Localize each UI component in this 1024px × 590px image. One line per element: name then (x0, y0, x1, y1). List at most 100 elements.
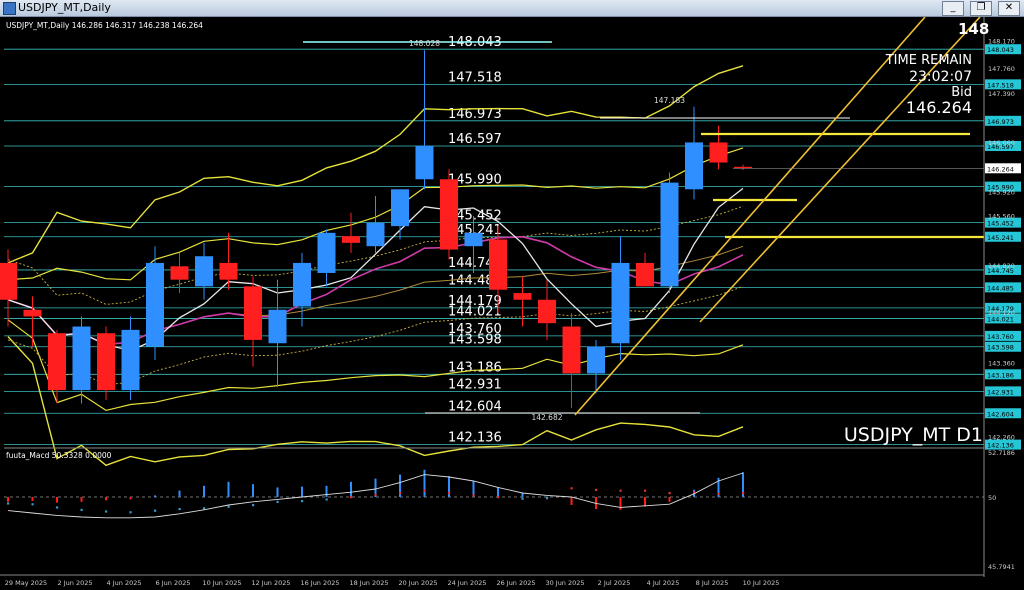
candle-body[interactable] (366, 222, 385, 247)
x-axis-date-label: 29 May 2025 (5, 579, 47, 587)
macd-signal-dot (129, 511, 132, 514)
level-price-tag-text: 142.604 (987, 410, 1014, 418)
level-price-tag-text: 147.518 (987, 81, 1014, 89)
candle-body[interactable] (170, 266, 189, 280)
level-price-tag-text: 143.186 (987, 371, 1014, 379)
macd-label: fuuta_Macd 50.3328 0.0000 (6, 451, 112, 460)
symbol-watermark: USDJPY_MT D1 (844, 424, 983, 446)
x-axis-date-label: 16 Jun 2025 (300, 579, 339, 587)
macd-axis-tick-label: 52.7186 (988, 449, 1015, 457)
restore-button[interactable]: ❐ (970, 1, 992, 16)
candle-body[interactable] (195, 256, 213, 287)
candle-body[interactable] (538, 299, 556, 324)
macd-signal-dot (546, 496, 549, 499)
candle-body[interactable] (587, 346, 605, 374)
candle-body[interactable] (72, 326, 91, 391)
macd-signal-dot (31, 503, 34, 506)
candle-body[interactable] (317, 232, 336, 273)
macd-axis-tick-label: 50 (988, 494, 996, 502)
macd-signal-dot (644, 489, 647, 492)
level-price-tag-text: 142.931 (987, 388, 1014, 396)
macd-signal-dot (399, 492, 402, 495)
level-label: 146.597 (448, 132, 502, 147)
candle-body[interactable] (23, 309, 42, 317)
level-price-tag-text: 145.241 (987, 234, 1014, 242)
window-title: USDJPY_MT,Daily (18, 1, 111, 14)
candle-body[interactable] (293, 262, 311, 307)
candle-body[interactable] (611, 262, 630, 344)
window-titlebar[interactable]: USDJPY_MT,Daily _ ❐ ✕ (0, 0, 1024, 17)
macd-signal-dot (7, 502, 10, 505)
candle-body[interactable] (48, 333, 66, 391)
macd-signal-dot (178, 508, 181, 511)
level-price-tag-text: 145.452 (987, 220, 1014, 228)
candle-body[interactable] (268, 309, 287, 344)
close-button[interactable]: ✕ (998, 1, 1020, 16)
candle-body[interactable] (513, 293, 532, 300)
time-remain-value: 23:02:07 (909, 69, 972, 85)
app-icon (3, 2, 16, 15)
candle-body[interactable] (391, 189, 409, 227)
y-axis-tick-label: 146.660 (988, 139, 1015, 147)
y-axis-tick-label: 142.260 (988, 433, 1015, 441)
candle-body[interactable] (660, 182, 679, 287)
x-axis-date-label: 10 Jun 2025 (202, 579, 241, 587)
level-price-tag-text: 144.485 (987, 284, 1014, 292)
level-price-tag-text: 148.043 (987, 46, 1014, 54)
x-axis-date-label: 4 Jul 2025 (647, 579, 680, 587)
x-axis-date-label: 12 Jun 2025 (251, 579, 290, 587)
x-axis-date-label: 18 Jun 2025 (349, 579, 388, 587)
minimize-button[interactable]: _ (942, 1, 964, 16)
extreme-price-annotation: 148.028 (409, 39, 440, 48)
macd-signal-dot (203, 507, 206, 510)
extreme-price-annotation: 147.183 (654, 96, 685, 105)
x-axis-date-label: 2 Jul 2025 (598, 579, 631, 587)
candle-body[interactable] (244, 286, 262, 340)
chart-info: USDJPY_MT,Daily 146.286 146.317 146.238 … (6, 21, 203, 30)
y-axis-tick-label: 143.360 (988, 360, 1015, 368)
macd-signal-dot (570, 487, 573, 490)
candle-body[interactable] (146, 262, 164, 347)
macd-signal-dot (423, 489, 426, 492)
macd-signal-dot (742, 492, 745, 495)
macd-signal-dot (595, 488, 598, 491)
candle-body[interactable] (219, 262, 238, 280)
current-price-tag-text: 146.264 (987, 165, 1014, 173)
candle-body[interactable] (415, 145, 434, 180)
y-axis-tick-label: 145.920 (988, 188, 1015, 196)
x-axis-date-label: 4 Jun 2025 (107, 579, 142, 587)
level-label: 144.021 (448, 304, 502, 319)
x-axis-date-label: 2 Jun 2025 (58, 579, 93, 587)
macd-signal-dot (472, 494, 475, 497)
candle-body[interactable] (97, 333, 115, 391)
macd-signal-dot (717, 492, 720, 495)
macd-signal-dot (668, 492, 671, 495)
macd-signal-dot (276, 500, 279, 503)
x-axis-date-label: 26 Jun 2025 (496, 579, 535, 587)
level-price-tag-text: 143.598 (987, 344, 1014, 352)
time-remain-label: TIME REMAIN (885, 53, 972, 68)
candle-body[interactable] (121, 329, 140, 391)
macd-signal-dot (325, 498, 328, 501)
y-axis-tick-label: 148.170 (988, 38, 1015, 46)
candle-body[interactable] (636, 262, 654, 287)
candle-body[interactable] (562, 326, 581, 374)
x-axis-date-label: 10 Jul 2025 (743, 579, 780, 587)
macd-signal-dot (448, 492, 451, 495)
candle-body[interactable] (464, 232, 483, 247)
candle-body[interactable] (709, 142, 728, 163)
candle-body[interactable] (489, 239, 507, 290)
candle-body[interactable] (440, 179, 458, 250)
candle-body[interactable] (685, 142, 703, 190)
price-chart[interactable]: 148.043 148.043147.518 147.518146.973 146.9… (0, 17, 1024, 590)
x-axis-date-label: 6 Jun 2025 (156, 579, 191, 587)
macd-signal-dot (56, 506, 59, 509)
level-label: 142.604 (448, 399, 502, 414)
big-price: 148 (958, 20, 989, 38)
y-axis-tick-label: 144.120 (988, 309, 1015, 317)
candle-body[interactable] (0, 262, 17, 300)
macd-axis-tick-label: 45.7941 (988, 563, 1015, 571)
macd-signal-dot (497, 496, 500, 499)
macd-signal-dot (227, 505, 230, 508)
candle-body[interactable] (342, 236, 360, 243)
